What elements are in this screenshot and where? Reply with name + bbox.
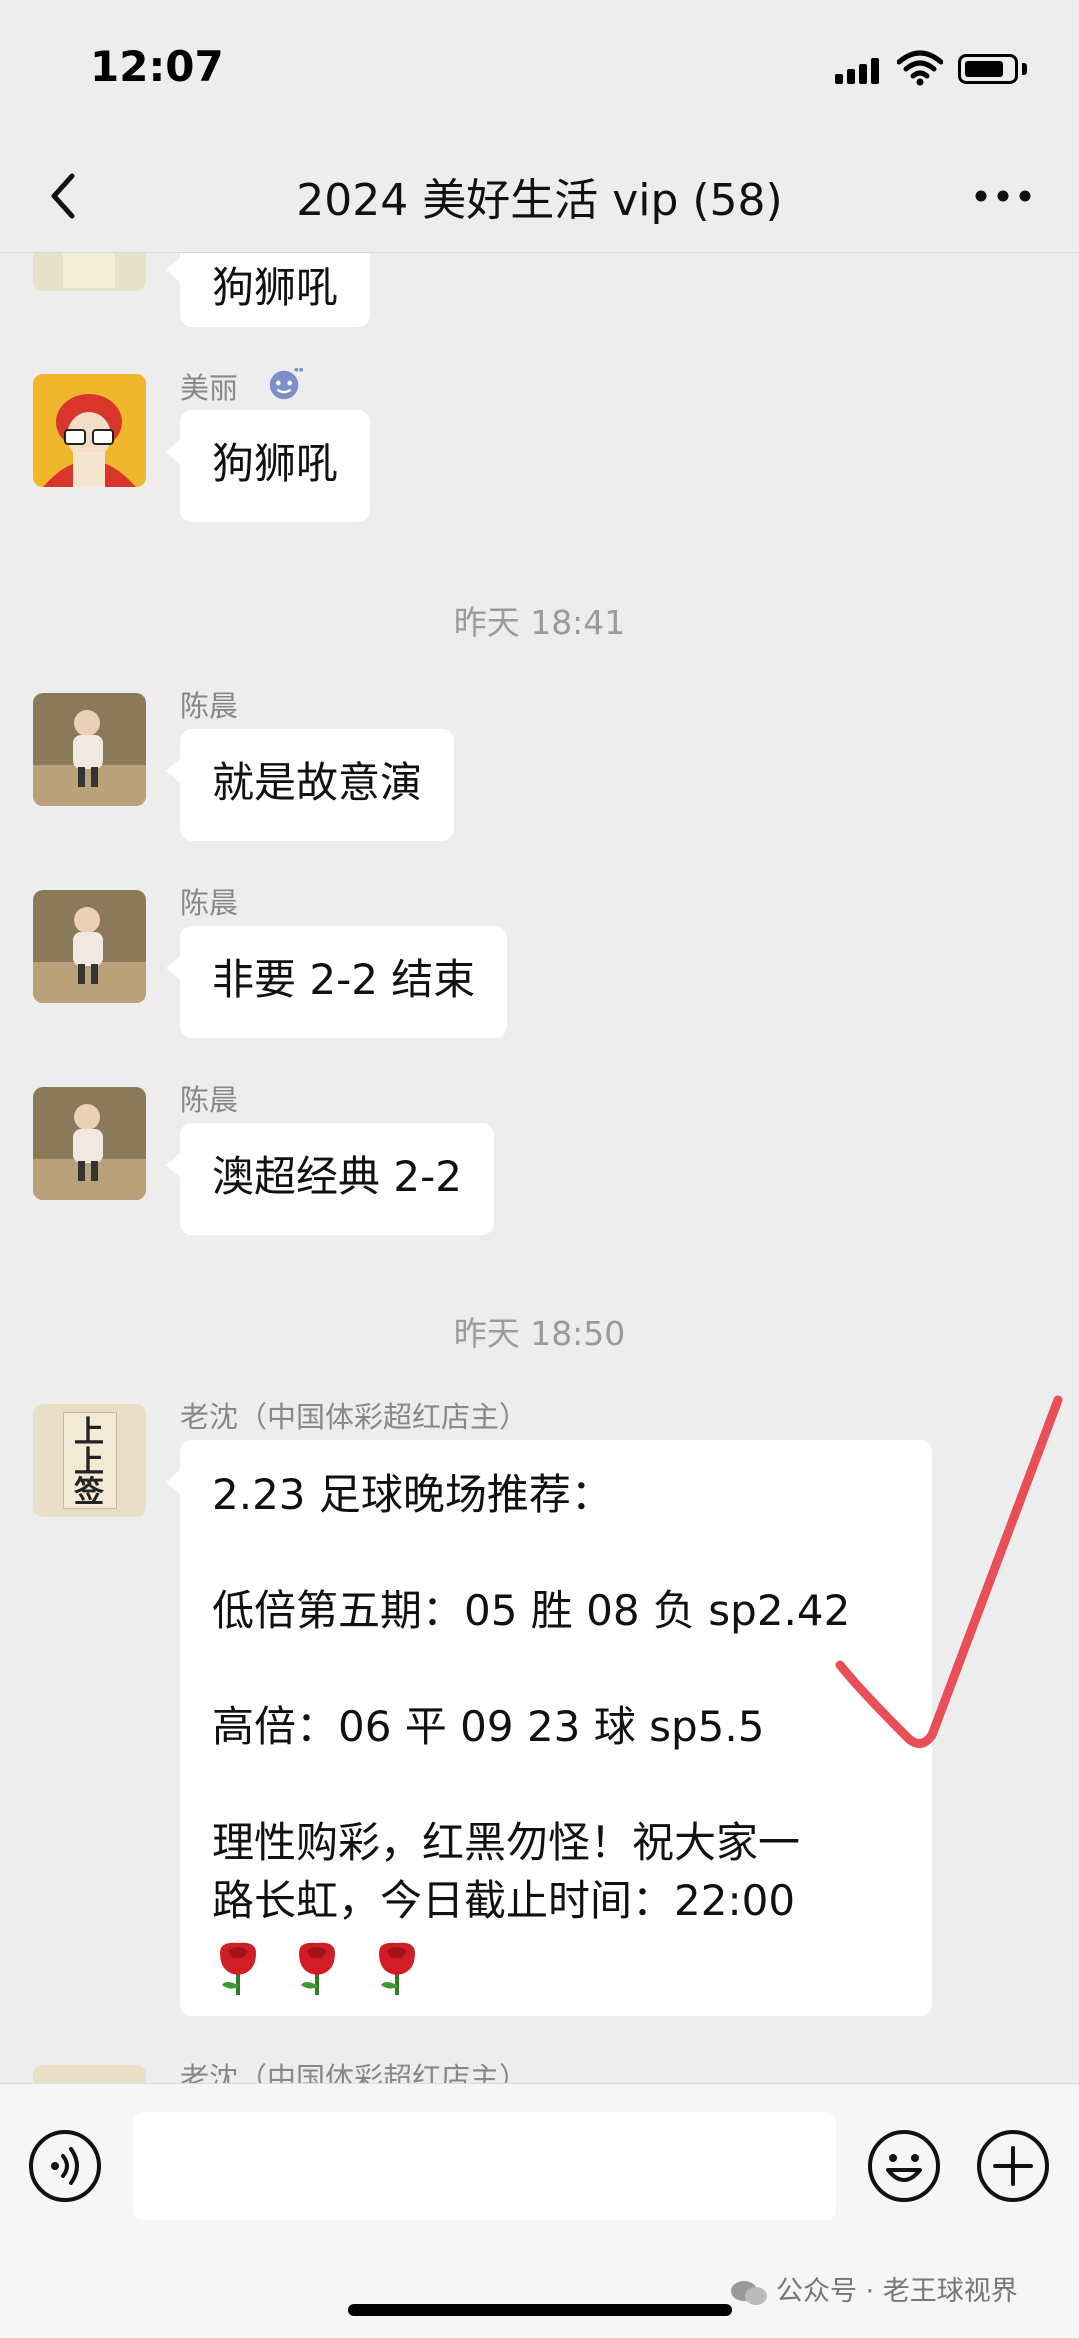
battery-cap: [1022, 63, 1027, 75]
rose-icon: [299, 1942, 336, 1995]
message-text: 狗狮吼: [212, 439, 339, 488]
sender-name: 老沈（中国体彩超红店主）: [180, 1400, 529, 1434]
sender-name: 陈晨: [180, 1083, 239, 1117]
chat-header: 2024 美好生活 vip (58): [0, 140, 1079, 253]
message-bubble[interactable]: 澳超经典 2-2: [166, 1123, 494, 1235]
message-bubble[interactable]: 就是故意演: [165, 729, 455, 841]
home-indicator[interactable]: [348, 2304, 732, 2316]
avatar[interactable]: [33, 374, 146, 487]
input-bar: 公众号 · 老王球视界: [0, 2083, 1079, 2338]
rose-icon: [378, 1942, 415, 1995]
timestamp: 昨天 18:41: [453, 603, 626, 642]
avatar[interactable]: 上上签: [33, 1404, 146, 1517]
sender-name: 陈晨: [180, 886, 239, 920]
avatar[interactable]: [33, 2065, 146, 2083]
message-bubble[interactable]: 2.23 足球晚场推荐： 低倍第五期：05 胜 08 负 sp2.42 高倍：0…: [166, 1440, 932, 2016]
rose-icon: [220, 1942, 256, 1995]
status-bar: 12:07: [0, 0, 1079, 140]
avatar[interactable]: [33, 253, 146, 291]
plus-icon[interactable]: [975, 2128, 1051, 2204]
watermark: 公众号 · 老王球视界: [730, 2269, 1018, 2308]
message-text: 非要 2-2 结束: [212, 955, 476, 1004]
more-icon[interactable]: [968, 166, 1038, 226]
emoji-badge-icon: [269, 367, 304, 400]
message-text: 就是故意演: [212, 758, 423, 807]
message-line: 高倍：06 平 09 23 球 sp5.5: [212, 1702, 765, 1751]
avatar[interactable]: [33, 890, 146, 1003]
timestamp: 昨天 18:50: [453, 1314, 626, 1353]
avatar-sign-text: 上上签: [74, 1415, 104, 1510]
avatar[interactable]: [33, 1087, 146, 1200]
message-bubble[interactable]: 非要 2-2 结束: [165, 926, 508, 1038]
message-text: 澳超经典 2-2: [212, 1152, 462, 1201]
sender-name: 美丽: [180, 371, 239, 405]
message-text: 狗狮吼: [212, 263, 339, 312]
cellular-signal-icon: [835, 58, 881, 84]
rose-row: [212, 1934, 900, 1995]
message-line: 理性购彩，红黑勿怪！祝大家一: [212, 1818, 801, 1867]
battery-icon: [958, 54, 1018, 84]
status-time: 12:07: [90, 42, 224, 91]
message-line: 路长虹，今日截止时间：22:00: [212, 1876, 796, 1925]
avatar[interactable]: [33, 693, 146, 806]
message-line: 低倍第五期：05 胜 08 负 sp2.42: [212, 1586, 851, 1635]
emoji-icon[interactable]: [866, 2128, 942, 2204]
message-bubble[interactable]: 狗狮吼: [165, 410, 371, 522]
message-input[interactable]: [133, 2112, 836, 2220]
watermark-text: 公众号 · 老王球视界: [776, 2276, 1018, 2307]
message-line: 2.23 足球晚场推荐：: [212, 1470, 613, 1519]
message-bubble[interactable]: 狗狮吼: [165, 253, 371, 327]
chat-title: 2024 美好生活 vip (58): [296, 175, 783, 226]
wechat-official-account-icon: [731, 2280, 767, 2305]
sender-name: 老沈（中国体彩超红店主）: [180, 2061, 529, 2083]
sender-name: 陈晨: [180, 689, 239, 723]
wifi-icon: [897, 50, 943, 86]
chat-messages[interactable]: 狗狮吼 美丽 狗狮吼 昨天 18:41 陈晨 就是故意演 陈晨 非要 2-2 结…: [0, 253, 1079, 2083]
voice-icon[interactable]: [27, 2128, 103, 2204]
